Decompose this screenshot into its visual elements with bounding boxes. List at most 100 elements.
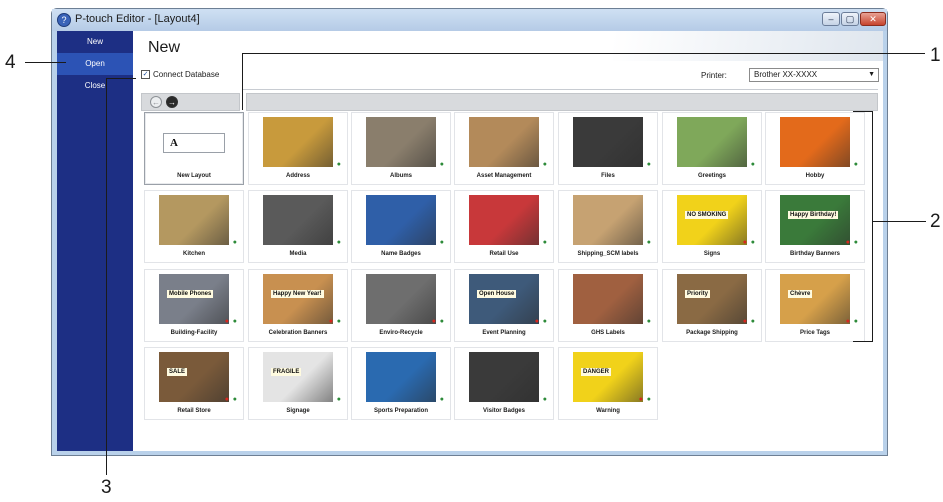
template-tile[interactable]: DANGER ● ● Warning <box>558 347 658 420</box>
database-icon: ● <box>646 161 651 168</box>
template-label: Greetings <box>697 173 726 179</box>
nav-item-open[interactable]: Open <box>57 53 133 75</box>
template-thumbnail: Open House <box>469 274 539 324</box>
category-bar <box>246 93 878 111</box>
window-title: P-touch Editor - [Layout4] <box>75 13 200 25</box>
print-icon: ● <box>534 318 539 325</box>
printer-select[interactable]: Brother XX-XXXX ▼ <box>749 68 879 82</box>
template-thumbnail: Priority <box>677 274 747 324</box>
template-tile[interactable]: ● Visitor Badges <box>454 347 554 420</box>
template-tile[interactable]: ● GHS Labels <box>558 269 658 342</box>
close-window-button[interactable]: ✕ <box>860 12 886 26</box>
template-label: Birthday Banners <box>789 251 840 257</box>
thumbnail-label: A <box>170 137 178 149</box>
thumbnail-label: FRAGILE <box>271 368 302 376</box>
template-tile[interactable]: Mobile Phones ● ● Building-Facility <box>144 269 244 342</box>
template-label: Warning <box>596 408 620 414</box>
template-thumbnail <box>573 117 643 167</box>
dropdown-arrow-icon[interactable]: ▼ <box>868 69 875 81</box>
database-icon: ● <box>439 239 444 246</box>
template-tile[interactable]: ● Files <box>558 112 658 185</box>
template-thumbnail <box>469 352 539 402</box>
template-tile[interactable]: Priority ● ● Package Shipping <box>662 269 762 342</box>
template-thumbnail: Chèvre <box>780 274 850 324</box>
printer-select-value: Brother XX-XXXX <box>754 70 818 79</box>
template-thumbnail <box>469 195 539 245</box>
template-tile[interactable]: SALE ● ● Retail Store <box>144 347 244 420</box>
callout-1-line <box>242 53 925 54</box>
template-tile[interactable]: ● Kitchen <box>144 190 244 263</box>
database-icon: ● <box>542 318 547 325</box>
template-label: Shipping_SCM labels <box>577 251 639 257</box>
template-tile[interactable]: Happy New Year! ● ● Celebration Banners <box>248 269 348 342</box>
callout-1-leader <box>242 53 243 110</box>
template-tile[interactable]: Chèvre ● ● Price Tags <box>765 269 865 342</box>
template-tile[interactable]: ● Address <box>248 112 348 185</box>
template-thumbnail: A <box>163 133 225 153</box>
template-label: Name Badges <box>381 251 421 257</box>
database-icon: ● <box>232 396 237 403</box>
template-label: Files <box>601 173 615 179</box>
nav-item-new[interactable]: New <box>57 31 133 53</box>
callout-2-bracket-top <box>853 111 872 112</box>
template-tile[interactable]: NO SMOKING ● ● Signs <box>662 190 762 263</box>
template-tile[interactable]: ● Sports Preparation <box>351 347 451 420</box>
content-area: New ✓ Connect Database Printer: Brother … <box>133 31 883 451</box>
template-label: Signs <box>703 251 721 257</box>
template-label: Price Tags <box>800 330 830 336</box>
template-label: Media <box>289 251 307 257</box>
forward-button[interactable]: → <box>166 96 178 108</box>
screenshot: ? P-touch Editor - [Layout4] – ▢ ✕ New O… <box>0 0 943 502</box>
thumbnail-label: Happy Birthday! <box>788 211 839 219</box>
template-tile[interactable]: ● Media <box>248 190 348 263</box>
printer-label: Printer: <box>701 71 727 80</box>
template-tile[interactable]: Open House ● ● Event Planning <box>454 269 554 342</box>
maximize-button[interactable]: ▢ <box>841 12 859 26</box>
callout-3: 3 <box>101 477 112 498</box>
print-icon: ● <box>845 318 850 325</box>
print-icon: ● <box>328 318 333 325</box>
callout-2-bracket-bottom <box>853 341 872 342</box>
template-thumbnail <box>159 195 229 245</box>
template-tile[interactable]: ● Greetings <box>662 112 762 185</box>
database-icon: ● <box>542 161 547 168</box>
template-label: Event Planning <box>482 330 526 336</box>
template-label: Albums <box>389 173 412 179</box>
template-thumbnail: Happy New Year! <box>263 274 333 324</box>
template-tile[interactable]: ● Name Badges <box>351 190 451 263</box>
template-tile[interactable]: ● Albums <box>351 112 451 185</box>
header-divider <box>243 89 878 90</box>
template-label: Enviro-Recycle <box>379 330 423 336</box>
template-tile[interactable]: ● Hobby <box>765 112 865 185</box>
back-button[interactable]: ← <box>150 96 162 108</box>
template-thumbnail: NO SMOKING <box>677 195 747 245</box>
template-tile[interactable]: ● Retail Use <box>454 190 554 263</box>
template-tile[interactable]: A New Layout <box>144 112 244 185</box>
template-thumbnail <box>366 117 436 167</box>
template-tile[interactable]: ● Asset Management <box>454 112 554 185</box>
template-tile[interactable]: ● ● Enviro-Recycle <box>351 269 451 342</box>
template-thumbnail <box>263 195 333 245</box>
template-thumbnail: Happy Birthday! <box>780 195 850 245</box>
checkbox-check-icon[interactable]: ✓ <box>141 69 150 79</box>
minimize-button[interactable]: – <box>822 12 840 26</box>
database-icon: ● <box>646 239 651 246</box>
thumbnail-label: Chèvre <box>788 290 813 298</box>
template-tile[interactable]: FRAGILE ● Signage <box>248 347 348 420</box>
database-icon: ● <box>336 396 341 403</box>
database-icon: ● <box>646 396 651 403</box>
connect-database-checkbox[interactable]: ✓ Connect Database <box>141 67 219 81</box>
database-icon: ● <box>646 318 651 325</box>
template-label: Signage <box>286 408 310 414</box>
print-icon: ● <box>845 239 850 246</box>
template-tile[interactable]: ● Shipping_SCM labels <box>558 190 658 263</box>
database-icon: ● <box>439 318 444 325</box>
template-tile[interactable]: Happy Birthday! ● ● Birthday Banners <box>765 190 865 263</box>
database-icon: ● <box>336 318 341 325</box>
callout-3-line <box>106 78 107 475</box>
template-label: Retail Store <box>177 408 211 414</box>
left-nav: New Open Close <box>57 31 133 451</box>
template-label: GHS Labels <box>591 330 625 336</box>
database-icon: ● <box>853 318 858 325</box>
print-icon: ● <box>638 396 643 403</box>
